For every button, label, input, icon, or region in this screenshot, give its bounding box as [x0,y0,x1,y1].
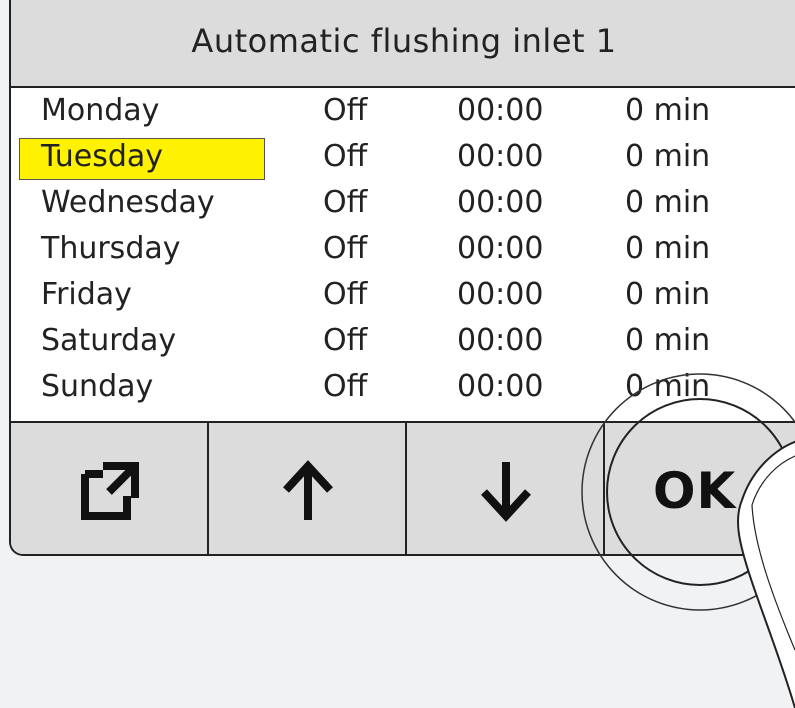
schedule-row-friday[interactable]: Friday Off 00:00 0 min [11,272,795,318]
time-value: 00:00 [457,369,544,404]
edit-button[interactable] [11,423,208,554]
day-label: Thursday [41,231,181,266]
time-value: 00:00 [457,231,544,266]
day-label: Friday [41,277,132,312]
state-value: Off [323,231,368,266]
duration-value: 0 min [625,277,711,312]
schedule-row-tuesday[interactable]: Tuesday Off 00:00 0 min [11,134,795,180]
duration-value: 0 min [625,231,711,266]
arrow-down-icon [480,461,531,522]
title-bar: Automatic flushing inlet 1 [11,0,795,88]
schedule-row-monday[interactable]: Monday Off 00:00 0 min [11,88,795,134]
day-label: Saturday [41,323,177,358]
state-value: Off [323,323,368,358]
time-value: 00:00 [457,185,544,220]
schedule-row-sunday[interactable]: Sunday Off 00:00 0 min [11,364,795,410]
day-label: Wednesday [41,185,215,220]
schedule-row-saturday[interactable]: Saturday Off 00:00 0 min [11,318,795,364]
time-value: 00:00 [457,93,544,128]
duration-value: 0 min [625,323,711,358]
duration-value: 0 min [625,139,711,174]
ok-label: OK [653,461,737,520]
state-value: Off [323,93,368,128]
time-value: 00:00 [457,139,544,174]
ok-button[interactable]: OK [605,423,795,554]
duration-value: 0 min [625,93,711,128]
state-value: Off [323,277,368,312]
schedule-row-wednesday[interactable]: Wednesday Off 00:00 0 min [11,180,795,226]
move-up-button[interactable] [209,423,406,554]
schedule-row-thursday[interactable]: Thursday Off 00:00 0 min [11,226,795,272]
day-label: Tuesday [41,139,164,174]
state-value: Off [323,139,368,174]
move-down-button[interactable] [407,423,604,554]
time-value: 00:00 [457,323,544,358]
day-label: Monday [41,93,160,128]
dialog-title: Automatic flushing inlet 1 [191,22,617,60]
duration-value: 0 min [625,369,711,404]
button-bar: OK [11,421,795,554]
state-value: Off [323,185,368,220]
day-label: Sunday [41,369,154,404]
duration-value: 0 min [625,185,711,220]
open-edit-icon [80,461,139,520]
time-value: 00:00 [457,277,544,312]
flushing-schedule-dialog: Automatic flushing inlet 1 Monday Off 00… [9,0,795,556]
state-value: Off [323,369,368,404]
arrow-up-icon [282,459,333,520]
